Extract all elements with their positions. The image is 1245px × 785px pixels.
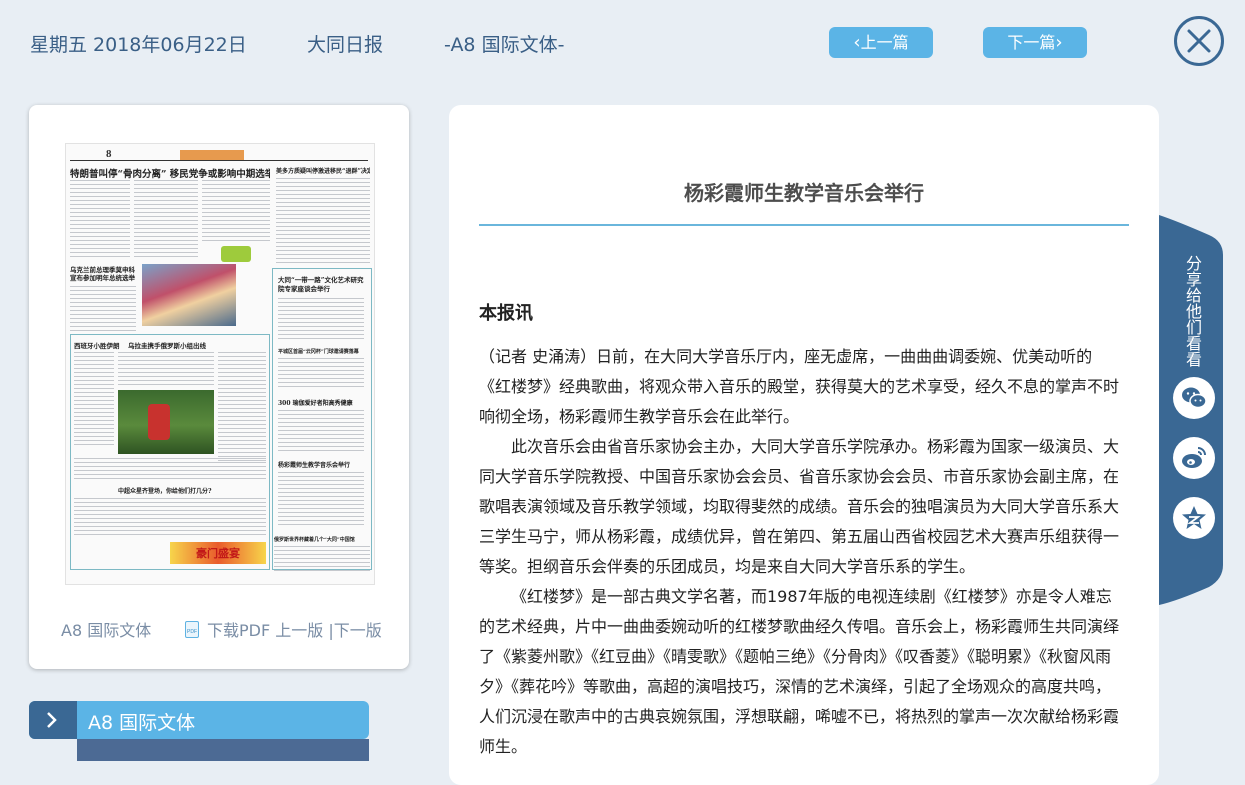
share-qzone-button[interactable] bbox=[1173, 497, 1215, 539]
share-label: 分享给他们看看 bbox=[1183, 255, 1202, 367]
title-divider bbox=[479, 224, 1129, 226]
headline-sport-left: 西班牙小胜伊朗 bbox=[74, 342, 120, 350]
text-column bbox=[118, 352, 214, 386]
share-weibo-button[interactable] bbox=[1173, 437, 1215, 479]
headline-top: 特朗普叫停“骨肉分离” 移民党争或影响中期选举 bbox=[70, 169, 270, 180]
banner-image: 豪门盛宴 bbox=[170, 542, 266, 564]
text-column bbox=[274, 546, 370, 574]
soccer-photo bbox=[118, 390, 214, 454]
chevron-right-icon bbox=[47, 712, 57, 728]
article-paragraph: 《红楼梦》是一部古典文学名著，而1987年版的电视连续剧《红楼梦》亦是令人难忘的… bbox=[479, 587, 1120, 756]
close-icon bbox=[1187, 29, 1211, 53]
prev-page-link[interactable]: 上一版 bbox=[275, 621, 323, 640]
top-bar: 星期五 2018年06月22日 大同日报 -A8 国际文体- ‹上一篇 下一篇› bbox=[0, 0, 1245, 90]
text-column bbox=[74, 352, 114, 448]
article-subhead: 本报讯 bbox=[479, 303, 533, 324]
prev-article-button[interactable]: ‹上一篇 bbox=[829, 27, 933, 58]
section-name: -A8 国际文体- bbox=[444, 34, 565, 56]
share-wechat-button[interactable] bbox=[1173, 377, 1215, 419]
headline-sport-mid: 乌拉圭携手俄罗斯小组出线 bbox=[128, 342, 206, 350]
headline-box-sub: 平城区首届“云冈杯”门球邀请赛落幕 bbox=[278, 349, 359, 355]
page-header-rule bbox=[70, 160, 368, 161]
text-column bbox=[74, 498, 266, 536]
headline-yoga: 300 瑜伽爱好者阳高秀健康 bbox=[278, 400, 353, 407]
text-column bbox=[218, 352, 266, 462]
article-paragraph: （记者 史涌涛）日前，在大同大学音乐厅内，座无虚席，一曲曲曲调委婉、优美动听的《… bbox=[479, 347, 1120, 426]
qzone-icon bbox=[1182, 506, 1206, 529]
share-panel: 分享给他们看看 bbox=[1159, 215, 1223, 605]
text-column bbox=[134, 180, 198, 260]
page-thumbnail-card: 8 特朗普叫停“骨肉分离” 移民党争或影响中期选举 美多方质疑叫停激进移民“退群… bbox=[29, 105, 409, 669]
headline-bottom-right: 俄罗斯世界杯藏着几个“大同”中国馆 bbox=[274, 537, 355, 543]
ad-badge-image bbox=[221, 246, 251, 262]
text-column bbox=[276, 178, 370, 264]
weibo-icon bbox=[1182, 447, 1206, 468]
headline-china: 中超众星齐登场，你给他们打几分? bbox=[118, 488, 212, 495]
close-button[interactable] bbox=[1174, 16, 1224, 66]
text-column bbox=[70, 180, 130, 260]
page-number: 8 bbox=[106, 148, 112, 160]
thumbnail-footer: A8 国际文体 下载PDF 上一版 |下一版 bbox=[29, 617, 409, 641]
headline-left-mid: 乌克兰前总理季莫申科宣布参加明年总统选举 bbox=[70, 266, 135, 282]
next-article-label: 下一篇 bbox=[1007, 33, 1056, 52]
download-pdf-link[interactable]: 下载PDF bbox=[207, 621, 270, 640]
next-article-button[interactable]: 下一篇› bbox=[983, 27, 1087, 58]
newspaper-name: 大同日报 bbox=[307, 34, 384, 56]
headline-box: 大同“一带一路”文化艺术研究院专家座谈会举行 bbox=[278, 276, 364, 293]
headline-right-top: 美多方质疑叫停激进移民“退群”决定 bbox=[276, 168, 370, 175]
text-column bbox=[278, 298, 364, 342]
next-page-link[interactable]: 下一版 bbox=[334, 621, 382, 640]
article-body: （记者 史涌涛）日前，在大同大学音乐厅内，座无虚席，一曲曲曲调委婉、优美动听的《… bbox=[479, 342, 1124, 762]
section-submenu bbox=[77, 739, 369, 761]
text-column bbox=[278, 472, 364, 528]
text-column bbox=[278, 410, 364, 452]
pdf-icon bbox=[185, 621, 199, 638]
text-column bbox=[278, 358, 364, 388]
banner-text: 豪门盛宴 bbox=[196, 547, 240, 560]
text-column bbox=[74, 458, 266, 482]
page-section-band bbox=[180, 150, 244, 160]
chevron-left-icon: ‹ bbox=[853, 32, 861, 53]
section-menu-item[interactable]: A8 国际文体 bbox=[29, 701, 369, 739]
expand-toggle[interactable] bbox=[29, 701, 77, 739]
dance-photo bbox=[142, 264, 236, 326]
newspaper-page-thumbnail[interactable]: 8 特朗普叫停“骨肉分离” 移民党争或影响中期选举 美多方质疑叫停激进移民“退群… bbox=[65, 143, 375, 585]
section-menu-label: A8 国际文体 bbox=[88, 712, 196, 734]
article-title: 杨彩霞师生教学音乐会举行 bbox=[684, 181, 924, 205]
text-column bbox=[70, 286, 136, 338]
prev-article-label: 上一篇 bbox=[860, 33, 909, 52]
page-links: 下载PDF 上一版 |下一版 bbox=[207, 617, 382, 641]
issue-date: 星期五 2018年06月22日 bbox=[30, 34, 247, 56]
chevron-right-icon: › bbox=[1055, 32, 1063, 53]
page-label: A8 国际文体 bbox=[61, 621, 152, 640]
article-card: 杨彩霞师生教学音乐会举行 本报讯 （记者 史涌涛）日前，在大同大学音乐厅内，座无… bbox=[449, 105, 1159, 785]
article-paragraph: 此次音乐会由省音乐家协会主办，大同大学音乐学院承办。杨彩霞为国家一级演员、大同大… bbox=[479, 437, 1120, 576]
wechat-icon bbox=[1182, 387, 1207, 409]
headline-music: 杨彩霞师生教学音乐会举行 bbox=[278, 462, 351, 469]
text-column bbox=[202, 180, 270, 244]
